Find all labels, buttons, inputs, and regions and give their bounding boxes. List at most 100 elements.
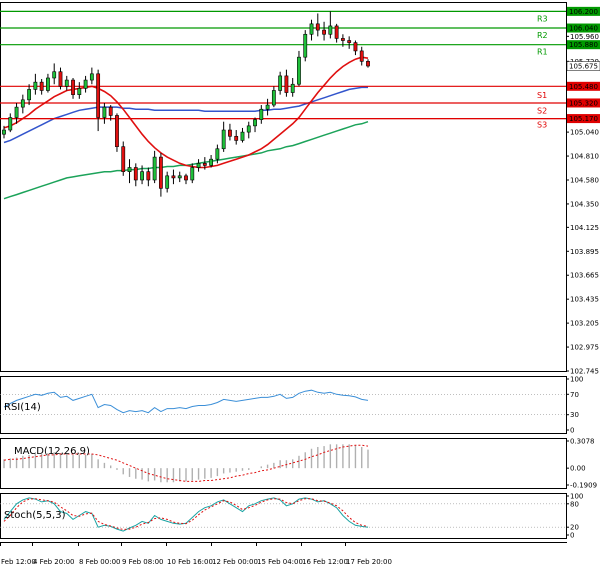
candle-up [102,106,107,118]
candle-down [158,156,163,189]
sub-tick-label: 0 [570,532,574,540]
candle-up [177,175,182,179]
time-tick-label: Feb 12:00 [1,558,36,566]
pivot-label: S2 [537,107,547,116]
candle-up [52,71,57,79]
pivot-price-tag-label: 105.170 [569,115,598,123]
candle-up [209,158,214,166]
time-tick-label: 4 Feb 20:00 [33,558,74,566]
time-tick-label: 12 Feb 00:00 [212,558,258,566]
price-tick-label: 102.975 [570,344,599,352]
candle-up [165,175,170,189]
sub-tick-label: -0.1909 [570,482,597,490]
pivot-label: R1 [537,48,548,57]
sub-tick-label: 20 [570,524,579,532]
time-tick-label: 17 Feb 20:00 [346,558,392,566]
candle-up [297,56,301,85]
candle-up [196,163,201,168]
candle-up [77,88,82,95]
candle-down [71,79,75,95]
price-tick-label: 103.205 [570,320,599,328]
stoch-label: Stoch(5,5,3) [4,510,66,521]
candle-up [328,25,333,35]
candle-up [140,171,144,181]
sub-tick-label: 0.3078 [570,438,595,446]
candle-down [334,25,339,39]
candle-up [64,79,69,87]
price-tick-label: 104.810 [570,153,599,161]
candle-up [253,119,257,127]
candle-up [33,81,38,90]
time-tick-label: 10 Feb 16:00 [167,558,213,566]
candle-down [284,75,289,93]
pivot-price-tag-label: 105.320 [569,99,598,107]
candle-up [46,77,50,91]
candle-down [133,167,138,181]
time-tick-label: 8 Feb 00:00 [79,558,120,566]
candle-up [221,129,226,150]
candle-up [271,90,276,106]
time-tick-label: 16 Feb 12:00 [302,558,348,566]
candle-up [215,148,220,160]
candle-up [309,23,314,35]
price-tick-label: 103.895 [570,248,599,256]
price-tick-label: 103.435 [570,296,599,304]
candle-up [8,117,13,131]
candle-up [278,75,283,91]
sub-tick-label: 70 [570,391,579,399]
candle-up [89,73,94,81]
sub-tick-label: 80 [570,500,579,508]
pivot-label: R2 [537,31,548,40]
time-tick-label: 9 Feb 08:00 [122,558,163,566]
candle-down [96,73,101,118]
candle-down [146,171,151,181]
candle-up [27,89,32,101]
macd-label: MACD(12,26,9) [14,446,90,457]
candle-down [340,38,345,41]
candle-up [259,108,264,120]
pivot-label: S3 [537,121,547,130]
candle-down [366,61,370,67]
chart-root: 106.200106.040105.960105.880105.720105.6… [0,0,600,573]
candle-down [315,23,320,31]
candle-down [202,163,207,166]
pivot-price-tag-label: 106.200 [569,8,598,16]
candle-down [121,146,126,172]
price-tick-label: 105.960 [570,33,599,41]
candle-up [190,167,195,181]
candle-up [14,106,19,118]
rsi-label: RSI(14) [4,402,41,413]
candle-up [20,99,25,108]
price-tick-label: 102.745 [570,368,599,376]
candle-up [290,83,295,93]
pivot-label: R3 [537,14,548,23]
candle-up [83,79,88,89]
candle-down [228,129,232,137]
sub-tick-label: 30 [570,411,579,419]
sub-tick-label: 0.00 [570,465,586,473]
candle-up [152,156,157,181]
candle-down [171,175,176,179]
candle-up [240,131,245,141]
candle-down [115,115,119,147]
candle-down [322,29,326,35]
time-tick-label: 15 Feb 04:00 [257,558,303,566]
candle-down [184,175,188,181]
candle-up [246,125,251,133]
price-chart-svg: 106.200106.040105.960105.880105.720105.6… [0,0,600,573]
candle-down [58,71,63,87]
price-tick-label: 105.040 [570,129,599,137]
pivot-label: S1 [537,91,547,100]
candle-down [353,42,358,52]
price-tick-label: 104.350 [570,200,599,208]
price-tick-label: 103.665 [570,272,599,280]
current-price-label: 105.675 [569,63,598,71]
pivot-price-tag-label: 105.480 [569,83,598,91]
candle-down [234,135,239,141]
candle-down [347,40,352,43]
sub-tick-label: 0 [570,427,574,435]
candle-down [108,106,113,116]
pivot-price-tag-label: 106.040 [569,25,598,33]
candle-up [303,33,308,58]
pivot-price-tag-label: 105.880 [569,41,598,49]
